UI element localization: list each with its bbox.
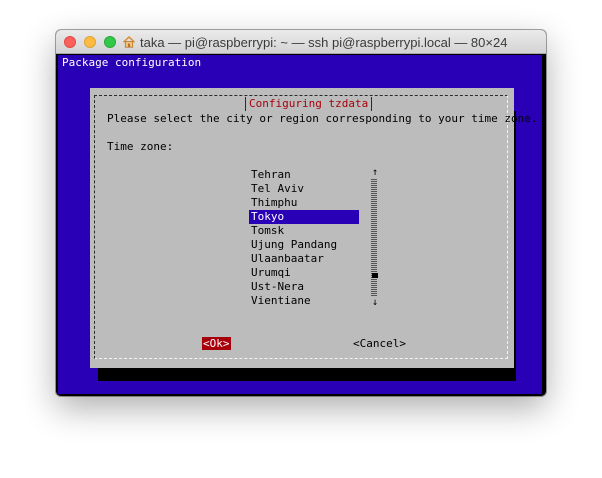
terminal-screen[interactable]: Package configuration Configuring tzdata… bbox=[58, 55, 542, 394]
time-zone-list[interactable]: Tehran Tel Aviv Thimphu Tokyo Tomsk Ujun… bbox=[249, 168, 359, 308]
list-item[interactable]: Vientiane bbox=[249, 294, 359, 308]
close-icon bbox=[65, 37, 75, 47]
dialog-title: Configuring tzdata bbox=[245, 97, 373, 111]
maximize-icon bbox=[105, 37, 115, 47]
tzdata-dialog: Configuring tzdata Please select the cit… bbox=[90, 88, 537, 368]
list-item[interactable]: Urumqi bbox=[249, 266, 359, 280]
list-scrollbar[interactable]: ↑ ↓ bbox=[370, 167, 380, 310]
list-item[interactable]: Tel Aviv bbox=[249, 182, 359, 196]
scroll-down-arrow-icon[interactable]: ↓ bbox=[370, 296, 380, 310]
scroll-track[interactable] bbox=[371, 178, 378, 296]
list-item[interactable]: Ulaanbaatar bbox=[249, 252, 359, 266]
home-icon bbox=[123, 36, 135, 48]
scroll-thumb[interactable] bbox=[372, 273, 378, 278]
dialog-frame: Configuring tzdata Please select the cit… bbox=[94, 95, 537, 359]
title-bar[interactable]: taka — pi@raspberrypi: ~ — ssh pi@raspbe… bbox=[56, 30, 546, 54]
close-button[interactable] bbox=[64, 36, 76, 48]
list-item[interactable]: Ujung Pandang bbox=[249, 238, 359, 252]
time-zone-label: Time zone: bbox=[107, 140, 174, 153]
list-item[interactable]: Tehran bbox=[249, 168, 359, 182]
package-configuration-header: Package configuration bbox=[62, 56, 202, 69]
cancel-button[interactable]: <Cancel> bbox=[353, 337, 406, 350]
terminal-window: taka — pi@raspberrypi: ~ — ssh pi@raspbe… bbox=[56, 30, 546, 396]
list-item-selected[interactable]: Tokyo bbox=[249, 210, 359, 224]
ok-button[interactable]: <Ok> bbox=[202, 337, 231, 350]
dialog-prompt: Please select the city or region corresp… bbox=[107, 112, 538, 125]
minimize-icon bbox=[85, 37, 95, 47]
window-title-area: taka — pi@raspberrypi: ~ — ssh pi@raspbe… bbox=[122, 34, 542, 50]
list-item[interactable]: Tomsk bbox=[249, 224, 359, 238]
window-title: taka — pi@raspberrypi: ~ — ssh pi@raspbe… bbox=[140, 34, 508, 50]
maximize-button[interactable] bbox=[104, 36, 116, 48]
minimize-button[interactable] bbox=[84, 36, 96, 48]
list-item[interactable]: Ust-Nera bbox=[249, 280, 359, 294]
list-item[interactable]: Thimphu bbox=[249, 196, 359, 210]
